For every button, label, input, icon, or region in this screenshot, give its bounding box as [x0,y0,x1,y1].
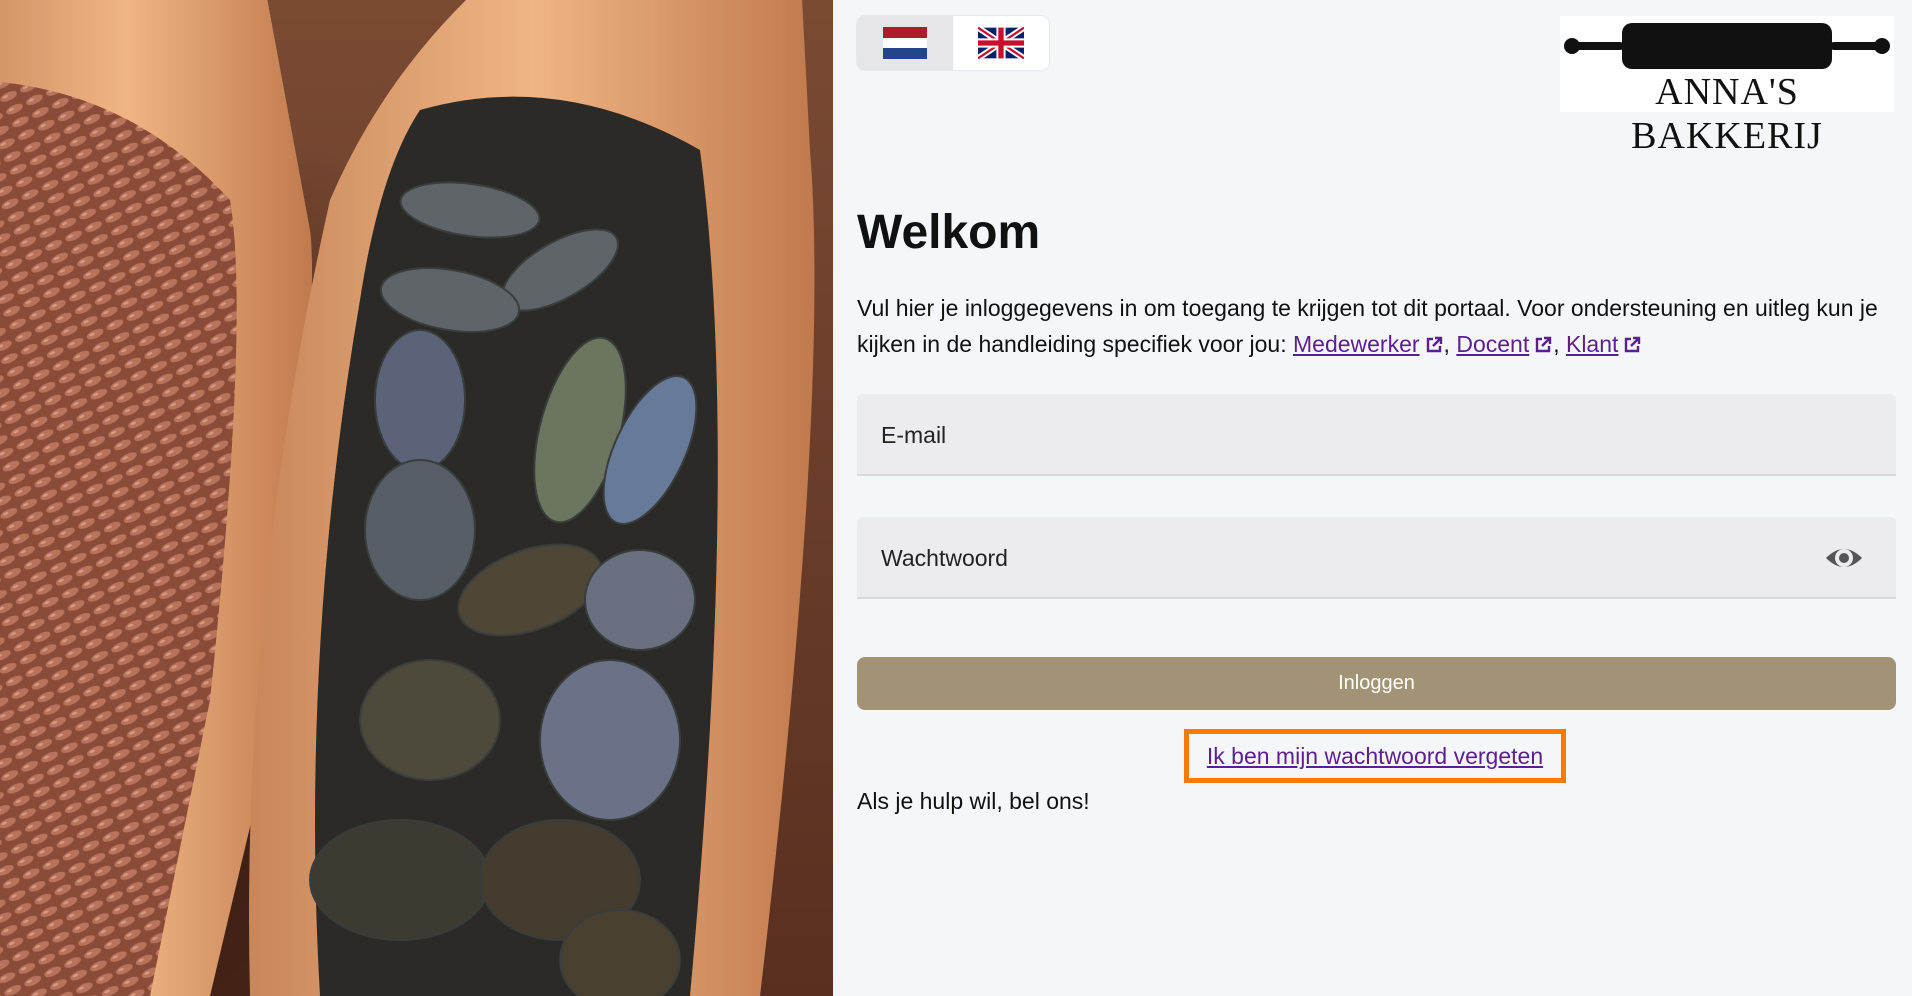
external-link-icon [1625,336,1641,353]
language-nl-button[interactable] [857,16,953,70]
manual-link-klant[interactable]: Klant [1566,331,1642,357]
language-en-button[interactable] [953,16,1049,70]
language-switcher [857,16,1049,70]
eye-icon[interactable] [1824,540,1864,576]
page-title: Welkom [857,206,1041,259]
email-input[interactable] [857,394,1896,474]
login-button[interactable]: Inloggen [857,657,1896,710]
password-input[interactable] [857,517,1896,597]
help-text: Als je hulp wil, bel ons! [857,788,1090,814]
manual-link-medewerker[interactable]: Medewerker [1293,331,1444,357]
flag-united-kingdom-icon [978,27,1024,59]
login-panel: ANNA'S BAKKERIJ Welkom Vul hier je inlog… [833,0,1912,996]
intro-text: Vul hier je inloggegevens in om toegang … [857,290,1887,362]
email-field[interactable]: E-mail [857,394,1896,476]
forgot-password-link[interactable]: Ik ben mijn wachtwoord vergeten [1207,743,1543,770]
hero-photo [0,0,833,996]
external-link-icon [1426,336,1442,353]
link-separator: , [1443,331,1457,357]
rolling-pin-icon [1564,23,1890,69]
logo-text: ANNA'S BAKKERIJ [1631,71,1823,157]
manual-link-docent[interactable]: Docent [1456,331,1553,357]
external-link-icon [1536,336,1552,353]
forgot-password-highlight: Ik ben mijn wachtwoord vergeten [1184,729,1566,783]
password-field[interactable]: Wachtwoord [857,517,1896,599]
flag-netherlands-icon [883,27,927,59]
link-separator: , [1553,331,1566,357]
company-logo: ANNA'S BAKKERIJ [1560,16,1894,157]
